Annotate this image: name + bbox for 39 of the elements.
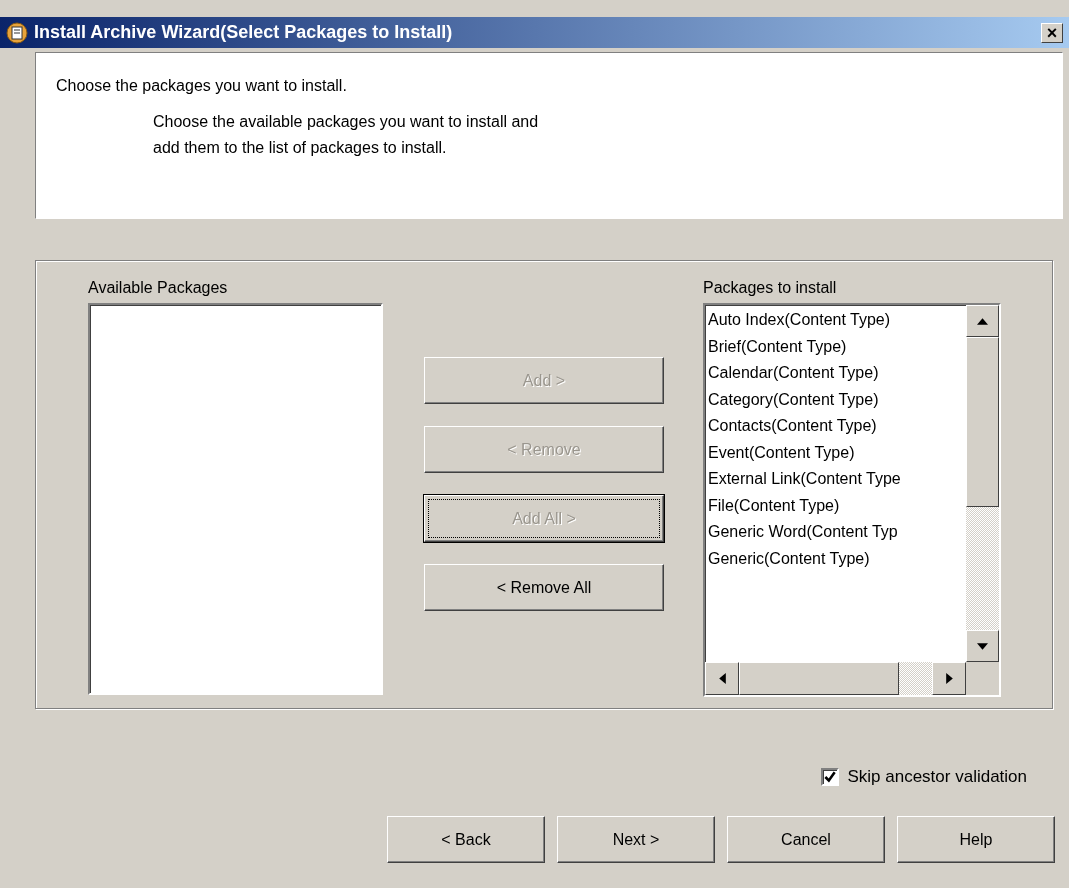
up-arrow-icon: [977, 317, 988, 325]
nav-button[interactable]: Next >: [557, 816, 715, 863]
list-item[interactable]: Auto Index(Content Type): [708, 307, 966, 334]
header-heading: Choose the packages you want to install.: [56, 77, 348, 95]
nav-button[interactable]: Cancel: [727, 816, 885, 863]
list-item[interactable]: File(Content Type): [708, 492, 966, 519]
scroll-thumb[interactable]: [966, 337, 999, 507]
scroll-thumb[interactable]: [739, 662, 899, 695]
scroll-up-button[interactable]: [966, 305, 999, 337]
scrollbar-corner: [966, 662, 999, 695]
close-button[interactable]: ×: [1041, 22, 1063, 43]
right-arrow-icon: [945, 673, 953, 684]
window-title: Install Archive Wizard(Select Packages to Install): [34, 22, 454, 43]
list-item[interactable]: Event(Content Type): [708, 439, 966, 466]
list-item[interactable]: Brief(Content Type): [708, 333, 966, 360]
list-item[interactable]: External Link(Content Type: [708, 466, 966, 493]
book-icon: [6, 21, 28, 44]
scroll-down-button[interactable]: [966, 630, 999, 662]
scroll-left-button[interactable]: [705, 662, 739, 695]
list-label: Available Packages: [88, 279, 229, 297]
horizontal-scrollbar[interactable]: [705, 662, 999, 695]
scroll-right-button[interactable]: [932, 662, 966, 695]
nav-button[interactable]: < Back: [387, 816, 545, 863]
header-description: Choose the available packages you want to install and: [153, 112, 540, 132]
checkmark-icon: [823, 770, 838, 784]
vertical-scrollbar[interactable]: [966, 305, 999, 662]
nav-button[interactable]: Help: [897, 816, 1055, 863]
checkbox[interactable]: [821, 768, 840, 786]
header-description: add them to the list of packages to install.: [153, 138, 448, 158]
list-label: Packages to install: [703, 279, 838, 297]
skip-validation-checkbox[interactable]: Skip ancestor validation: [821, 767, 1027, 787]
down-arrow-icon: [977, 642, 988, 650]
list-item[interactable]: Generic(Content Type): [708, 545, 966, 572]
list-item[interactable]: Contacts(Content Type): [708, 413, 966, 440]
list-item[interactable]: Calendar(Content Type): [708, 360, 966, 387]
transfer-button[interactable]: < Remove All: [424, 564, 664, 611]
list-item[interactable]: Category(Content Type): [708, 386, 966, 413]
left-arrow-icon: [718, 673, 726, 684]
list-item[interactable]: Generic Word(Content Typ: [708, 519, 966, 546]
